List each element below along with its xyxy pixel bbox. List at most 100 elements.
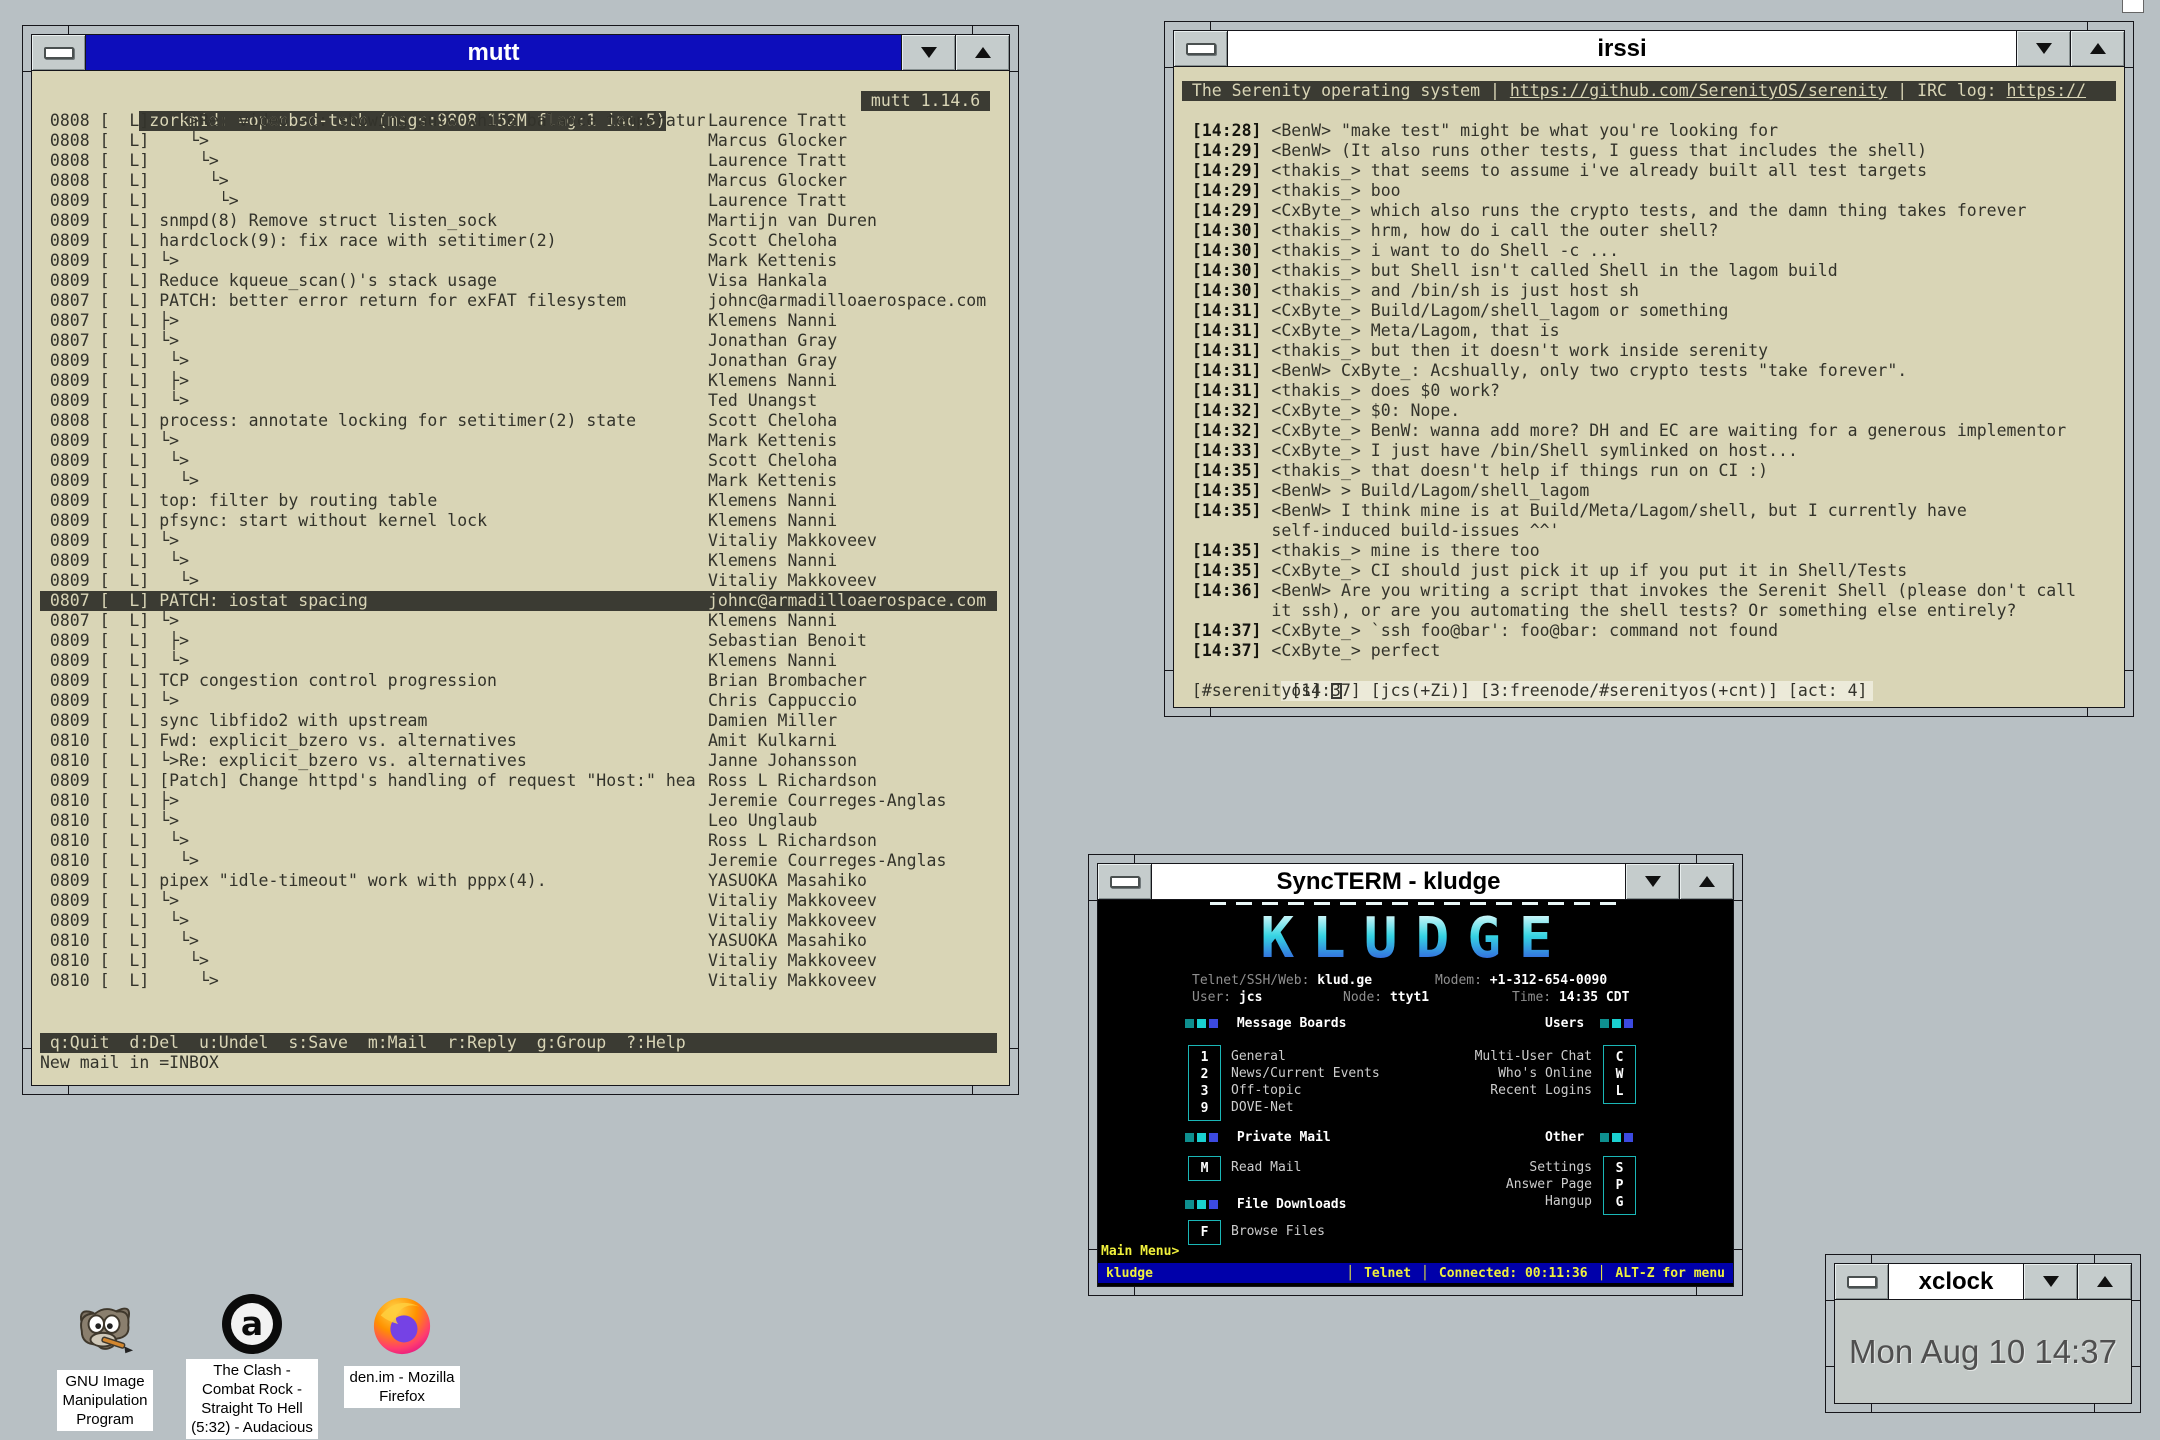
mail-row[interactable]: 0809 [ L] └>Laurence Tratt <box>40 191 997 211</box>
gimp-minimized-icon[interactable]: GNU Image Manipulation Program <box>30 1298 180 1431</box>
files-key-box[interactable]: F <box>1188 1220 1221 1245</box>
menu-item-answer-page[interactable]: Answer Page <box>1506 1176 1592 1193</box>
mail-row[interactable]: 0809 [ L] sync libfido2 with upstreamDam… <box>40 711 997 731</box>
mail-row[interactable]: 0809 [ L] TCP congestion control progres… <box>40 671 997 691</box>
mail-row[interactable]: 0809 [ L] pfsync: start without kernel l… <box>40 511 997 531</box>
board-menu-labels[interactable]: General News/Current Events Off-topic DO… <box>1231 1048 1380 1116</box>
mail-row[interactable]: 0809 [ L] └>Mark Kettenis <box>40 251 997 271</box>
mail-row[interactable]: 0810 [ L] └>Ross L Richardson <box>40 831 997 851</box>
main-menu-prompt[interactable]: Main Menu> <box>1101 1243 1179 1260</box>
mail-row[interactable]: 0809 [ L] ├>Sebastian Benoit <box>40 631 997 651</box>
frame-tick <box>1009 1048 1018 1049</box>
window-raise-button[interactable] <box>1679 864 1733 899</box>
mail-row[interactable]: 0808 [ L] └>Re: video -c: showing auto w… <box>40 111 997 131</box>
irssi-window[interactable]: irssi The Serenity operating system | ht… <box>1164 21 2134 717</box>
minimize-button[interactable] <box>1098 864 1152 899</box>
mail-row[interactable]: 0807 [ L] └>Jonathan Gray <box>40 331 997 351</box>
files-menu-labels[interactable]: Browse Files <box>1231 1223 1325 1240</box>
user-keys-box[interactable]: C W L <box>1603 1045 1636 1104</box>
mail-row[interactable]: 0809 [ L] └>Vitaliy Makkoveev <box>40 911 997 931</box>
clock-display: Mon Aug 10 14:37 <box>1835 1300 2131 1403</box>
window-raise-button[interactable] <box>955 35 1009 70</box>
mail-row[interactable]: 0809 [ L] └>Vitaliy Makkoveev <box>40 571 997 591</box>
menu-item-news[interactable]: News/Current Events <box>1231 1065 1380 1082</box>
xclock-window[interactable]: xclock Mon Aug 10 14:37 <box>1825 1254 2141 1413</box>
board-keys-box[interactable]: 1 2 3 9 <box>1188 1045 1221 1121</box>
window-lower-button[interactable] <box>2023 1264 2077 1299</box>
mail-row[interactable]: 0809 [ L] └>Ted Unangst <box>40 391 997 411</box>
window-titlebar[interactable]: xclock <box>1835 1264 2131 1300</box>
mail-row[interactable]: 0810 [ L] └>Vitaliy Makkoveev <box>40 951 997 971</box>
mail-row[interactable]: 0808 [ L] └>Laurence Tratt <box>40 151 997 171</box>
mail-row[interactable]: 0808 [ L] └>Marcus Glocker <box>40 131 997 151</box>
menu-item-general[interactable]: General <box>1231 1048 1380 1065</box>
mail-row[interactable]: 0809 [ L] Reduce kqueue_scan()'s stack u… <box>40 271 997 291</box>
menu-item-offtopic[interactable]: Off-topic <box>1231 1082 1380 1099</box>
mail-row[interactable]: 0807 [ L] └>Klemens Nanni <box>40 611 997 631</box>
window-lower-button[interactable] <box>1625 864 1679 899</box>
mail-row[interactable]: 0808 [ L] process: annotate locking for … <box>40 411 997 431</box>
chat-line: [14:35] <thakis_> that doesn't help if t… <box>1182 461 2116 481</box>
mail-list[interactable]: 0808 [ L] └>Re: video -c: showing auto w… <box>40 111 997 991</box>
mail-row[interactable]: 0809 [ L] └>Jonathan Gray <box>40 351 997 371</box>
window-lower-button[interactable] <box>901 35 955 70</box>
mail-row[interactable]: 0808 [ L] └>Marcus Glocker <box>40 171 997 191</box>
mail-row[interactable]: 0810 [ L] └>Jeremie Courreges-Anglas <box>40 851 997 871</box>
mail-row[interactable]: 0809 [ L] └>Mark Kettenis <box>40 431 997 451</box>
mail-row[interactable]: 0809 [ L] snmpd(8) Remove struct listen_… <box>40 211 997 231</box>
mail-row[interactable]: 0810 [ L] └>Vitaliy Makkoveev <box>40 971 997 991</box>
mail-row[interactable]: 0807 [ L] PATCH: better error return for… <box>40 291 997 311</box>
menu-item-read-mail[interactable]: Read Mail <box>1231 1159 1301 1176</box>
minimize-icon <box>44 47 74 59</box>
mutt-window[interactable]: mutt zorkmid: =openbsd-tech (msgs:9808 1… <box>22 25 1019 1095</box>
window-titlebar[interactable]: SyncTERM - kludge <box>1098 864 1733 900</box>
minimize-button[interactable] <box>32 35 86 70</box>
mail-row[interactable]: 0810 [ L] └>Re: explicit_bzero vs. alter… <box>40 751 997 771</box>
audacious-minimized-icon[interactable]: a The Clash - Combat Rock - Straight To … <box>172 1294 332 1439</box>
menu-item-dovenet[interactable]: DOVE-Net <box>1231 1099 1380 1116</box>
mail-row[interactable]: 0809 [ L] top: filter by routing tableKl… <box>40 491 997 511</box>
mail-row[interactable]: 0810 [ L] Fwd: explicit_bzero vs. altern… <box>40 731 997 751</box>
mail-key-box[interactable]: M <box>1188 1156 1221 1181</box>
window-raise-button[interactable] <box>2077 1264 2131 1299</box>
window-titlebar[interactable]: irssi <box>1174 31 2124 67</box>
bbs-terminal[interactable]: KLUDGE Telnet/SSH/Web: klud.ge Modem: +1… <box>1098 900 1733 1286</box>
menu-item-recent-logins[interactable]: Recent Logins <box>1475 1082 1592 1099</box>
mail-row[interactable]: 0810 [ L] └>YASUOKA Masahiko <box>40 931 997 951</box>
mail-row[interactable]: 0809 [ L] └>Mark Kettenis <box>40 471 997 491</box>
menu-item-whos-online[interactable]: Who's Online <box>1475 1065 1592 1082</box>
other-keys-box[interactable]: S P G <box>1603 1156 1636 1215</box>
syncterm-window[interactable]: SyncTERM - kludge KLUDGE Telnet/SSH/Web:… <box>1088 854 1743 1296</box>
mail-row[interactable]: 0809 [ L] └>Scott Cheloha <box>40 451 997 471</box>
menu-item-browse-files[interactable]: Browse Files <box>1231 1223 1325 1240</box>
menu-item-hangup[interactable]: Hangup <box>1506 1193 1592 1210</box>
mail-row[interactable]: 0809 [ L] hardclock(9): fix race with se… <box>40 231 997 251</box>
firefox-minimized-icon[interactable]: den.im - Mozilla Firefox <box>322 1294 482 1408</box>
window-lower-button[interactable] <box>2016 31 2070 66</box>
other-menu-labels[interactable]: Settings Answer Page Hangup <box>1506 1159 1592 1210</box>
mail-row[interactable]: 0809 [ L] └>Chris Cappuccio <box>40 691 997 711</box>
mail-row[interactable]: 0809 [ L] └>Vitaliy Makkoveev <box>40 891 997 911</box>
mail-row[interactable]: 0809 [ L] ├>Klemens Nanni <box>40 371 997 391</box>
mail-row[interactable]: 0810 [ L] ├>Jeremie Courreges-Anglas <box>40 791 997 811</box>
irssi-terminal[interactable]: The Serenity operating system | https://… <box>1174 67 2124 707</box>
menu-item-chat[interactable]: Multi-User Chat <box>1475 1048 1592 1065</box>
mail-row[interactable]: 0809 [ L] pipex "idle-timeout" work with… <box>40 871 997 891</box>
minimize-button[interactable] <box>1174 31 1228 66</box>
mail-row[interactable]: 0809 [ L] └>Klemens Nanni <box>40 651 997 671</box>
menu-item-settings[interactable]: Settings <box>1506 1159 1592 1176</box>
mail-row[interactable]: 0809 [ L] └>Klemens Nanni <box>40 551 997 571</box>
mail-row[interactable]: 0810 [ L] └>Leo Unglaub <box>40 811 997 831</box>
mail-row[interactable]: 0807 [ L] PATCH: iostat spacingjohnc@arm… <box>40 591 997 611</box>
mail-row[interactable]: 0809 [ L] [Patch] Change httpd's handlin… <box>40 771 997 791</box>
window-titlebar[interactable]: mutt <box>32 35 1009 71</box>
window-title: irssi <box>1228 31 2016 66</box>
user-menu-labels[interactable]: Multi-User Chat Who's Online Recent Logi… <box>1475 1048 1592 1099</box>
mail-row[interactable]: 0809 [ L] └>Vitaliy Makkoveev <box>40 531 997 551</box>
chat-line: [14:35] <CxByte_> CI should just pick it… <box>1182 561 2116 581</box>
mail-row[interactable]: 0807 [ L] ├>Klemens Nanni <box>40 311 997 331</box>
mail-menu-labels[interactable]: Read Mail <box>1231 1159 1301 1176</box>
minimize-button[interactable] <box>1835 1264 1889 1299</box>
window-raise-button[interactable] <box>2070 31 2124 66</box>
mutt-terminal[interactable]: zorkmid: =openbsd-tech (msgs:9808 152M f… <box>32 71 1009 1085</box>
